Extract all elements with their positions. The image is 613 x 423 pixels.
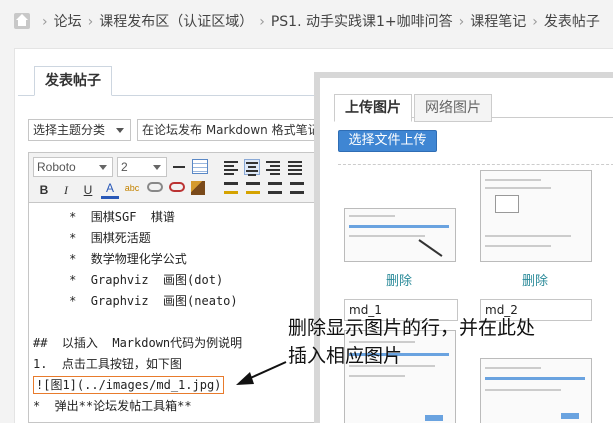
choose-file-upload-button[interactable]: 选择文件上传 — [338, 130, 437, 152]
thumb-line — [485, 235, 571, 237]
dialog-divider — [338, 164, 613, 165]
editor-line: * 弹出**论坛发帖工具箱** — [33, 399, 192, 413]
delete-image-2-link[interactable]: 删除 — [522, 270, 548, 289]
chevron-down-icon — [153, 165, 161, 170]
editor-toolbar: Roboto 2 B I U A abc — [29, 153, 327, 203]
annotation-line-2: 插入相应图片 — [288, 345, 403, 367]
thumb-line — [349, 235, 425, 237]
arrow-icon — [418, 239, 443, 257]
align-left-icon[interactable] — [224, 159, 240, 175]
post-editor: Roboto 2 B I U A abc * 围棋SGF 棋谱 * 围棋死活题 … — [28, 152, 328, 423]
image-thumbnail-2[interactable] — [480, 170, 592, 262]
breadcrumb-item-current: 发表帖子 — [543, 14, 600, 30]
thumb-button — [561, 413, 579, 419]
topic-category-select[interactable]: 选择主题分类 — [28, 119, 131, 141]
annotation-line-1: 删除显示图片的行，并在此处 — [288, 317, 536, 339]
font-family-value: Roboto — [37, 160, 76, 174]
horizontal-rule-icon[interactable] — [173, 166, 185, 168]
italic-icon[interactable]: I — [57, 181, 75, 199]
bold-icon[interactable]: B — [35, 181, 53, 199]
breadcrumb-item-ps1[interactable]: PS1. 动手实践课1+咖啡问答 — [271, 14, 453, 30]
editor-line: * Graphviz 画图(neato) — [33, 294, 238, 308]
outdent-icon[interactable] — [246, 182, 260, 194]
font-color-icon[interactable]: A — [101, 181, 119, 199]
font-size-select[interactable]: 2 — [117, 157, 167, 177]
table-icon[interactable] — [192, 159, 208, 174]
font-size-value: 2 — [121, 160, 128, 174]
breadcrumb-item-course-area[interactable]: 课程发布区（认证区域） — [99, 14, 253, 30]
editor-line-highlighted: ![图1](../images/md_1.jpg) — [33, 376, 225, 394]
breadcrumb-bar: › 论坛 › 课程发布区（认证区域） › PS1. 动手实践课1+咖啡问答 › 课程笔记 › 发表… — [0, 0, 613, 44]
thumb-line — [485, 187, 551, 189]
thumb-toolbar — [485, 377, 585, 380]
editor-line: ## 以插入 Markdown代码为例说明 — [33, 336, 243, 350]
chevron-right-icon: › — [87, 14, 94, 30]
tab-upload-image[interactable]: 上传图片 — [334, 94, 412, 122]
topic-category-value: 选择主题分类 — [33, 123, 106, 137]
thumb-toolbar — [349, 225, 449, 228]
instruction-annotation: 删除显示图片的行，并在此处 插入相应图片 — [288, 314, 535, 370]
chevron-down-icon — [99, 165, 107, 170]
thumb-line — [349, 215, 395, 217]
thumb-line — [485, 179, 541, 181]
highlight-icon[interactable]: abc — [123, 179, 141, 197]
unlink-icon[interactable] — [169, 182, 185, 192]
editor-line: * 围棋死活题 — [33, 231, 151, 245]
breadcrumb-item-notes[interactable]: 课程笔记 — [470, 14, 526, 30]
align-justify-icon[interactable] — [288, 159, 304, 175]
image-markdown-highlight: ![图1](../images/md_1.jpg) — [33, 376, 225, 394]
chevron-right-icon: › — [532, 14, 538, 30]
editor-line: 1. 点击工具按钮，如下图 — [33, 357, 182, 371]
editor-line: * 围棋SGF 棋谱 — [33, 210, 175, 224]
breadcrumb-item-forum[interactable]: 论坛 — [54, 14, 82, 30]
thumb-box — [495, 195, 519, 213]
editor-content[interactable]: * 围棋SGF 棋谱 * 围棋死活题 * 数学物理化学公式 * Graphviz… — [29, 205, 327, 422]
chevron-down-icon — [116, 128, 124, 133]
breadcrumb: › 论坛 › 课程发布区（认证区域） › PS1. 动手实践课1+咖啡问答 › 课程笔记 › 发表… — [36, 11, 600, 31]
thumb-line — [485, 389, 561, 391]
thumb-line — [349, 375, 405, 377]
home-icon[interactable] — [14, 13, 30, 29]
editor-line: * Graphviz 画图(dot) — [33, 273, 224, 287]
chevron-right-icon: › — [458, 14, 465, 30]
thumb-button — [425, 415, 443, 421]
underline-icon[interactable]: U — [79, 181, 97, 199]
align-right-icon[interactable] — [266, 159, 282, 175]
link-icon[interactable] — [147, 182, 163, 192]
font-family-select[interactable]: Roboto — [33, 157, 113, 177]
tab-new-post[interactable]: 发表帖子 — [34, 66, 112, 96]
clear-format-icon[interactable] — [191, 181, 205, 195]
indent-icon[interactable] — [224, 182, 238, 194]
unordered-list-icon[interactable] — [290, 182, 304, 194]
ordered-list-icon[interactable] — [268, 182, 282, 194]
tab-web-image[interactable]: 网络图片 — [414, 94, 492, 122]
delete-image-1-link[interactable]: 删除 — [386, 270, 412, 289]
align-center-icon[interactable] — [244, 159, 260, 176]
post-title-input[interactable]: 在论坛发布 Markdown 格式笔记教 — [137, 119, 327, 141]
image-upload-dialog: 上传图片 网络图片 选择文件上传 删除 删除 md_1 md_2 — [314, 72, 613, 423]
chevron-right-icon: › — [42, 14, 48, 30]
chevron-right-icon: › — [259, 14, 265, 30]
thumb-line — [485, 245, 551, 247]
editor-line: * 数学物理化学公式 — [33, 252, 187, 266]
image-thumbnail-1[interactable] — [344, 208, 456, 262]
